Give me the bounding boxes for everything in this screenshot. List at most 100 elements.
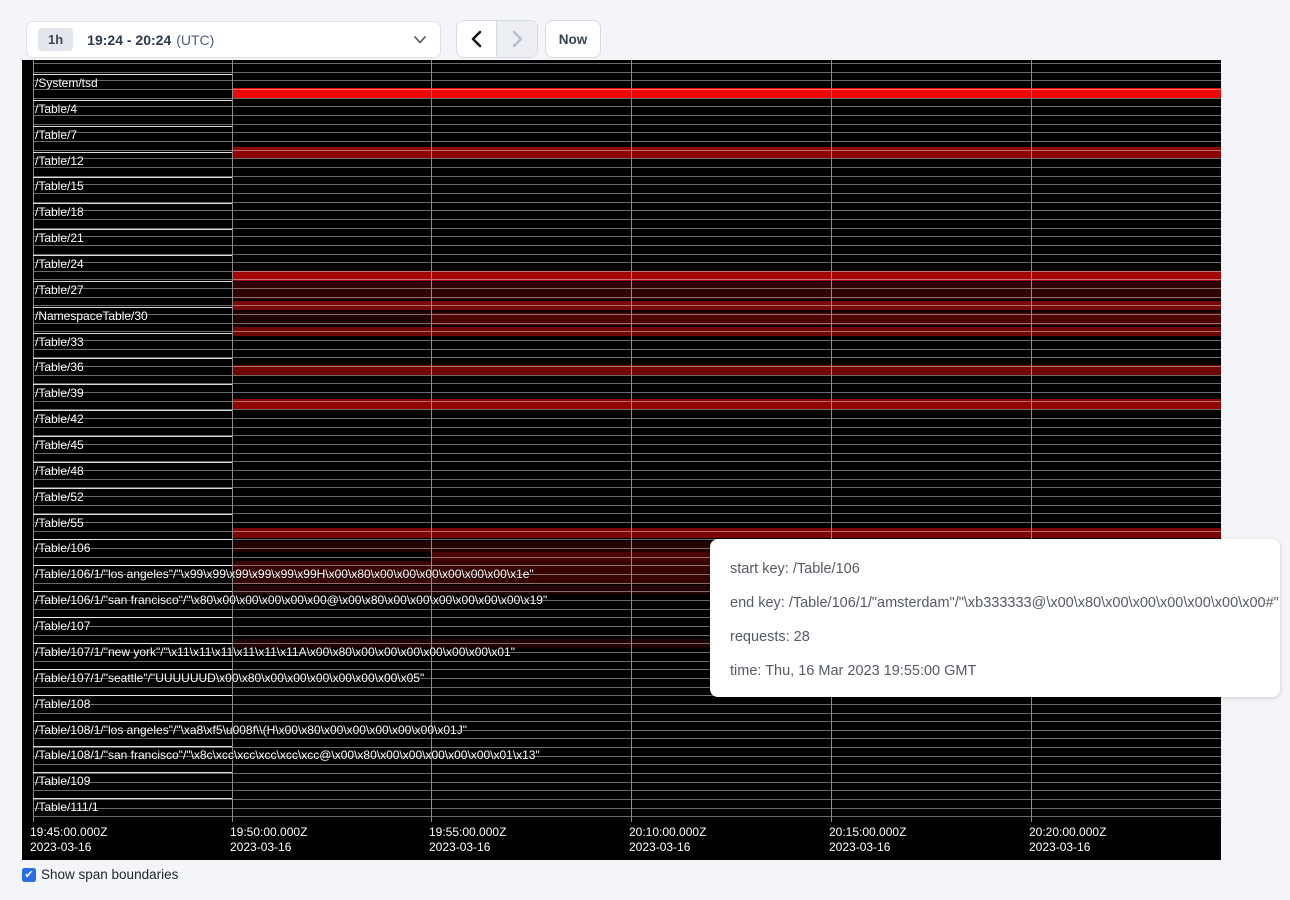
row-label: /Table/15 [35,180,84,193]
row-label: /Table/107/1/"new york"/"\x11\x11\x11\x1… [35,646,515,659]
span-boundary-line [33,158,1221,159]
span-boundary-line [33,89,1221,90]
time-range-text: 19:24 - 20:24 [87,32,171,48]
span-boundary-line [33,470,1221,471]
now-button[interactable]: Now [545,20,601,58]
span-boundary-line [33,401,1221,402]
row-label-separator [33,410,232,411]
row-label-separator [33,462,232,463]
span-boundary-line [33,366,1221,367]
span-boundary-line [33,392,1221,393]
time-gridline [232,60,233,822]
row-label-separator [33,384,232,385]
heatmap-canvas[interactable]: /System/tsd/Table/4/Table/7/Table/12/Tab… [22,60,1221,860]
row-label: /Table/45 [35,439,84,452]
row-label: /Table/106/1/"san francisco"/"\x80\x00\x… [35,594,547,607]
x-axis-time-label: 19:55:00.000Z [429,825,506,839]
span-boundary-line [33,782,1221,783]
span-boundary-line [33,124,1221,125]
row-label-separator [33,488,232,489]
row-label: /Table/24 [35,258,84,271]
span-boundary-line [33,279,1221,280]
time-range-selector[interactable]: 1h 19:24 - 20:24 (UTC) [26,21,441,58]
row-label-separator [33,333,232,334]
span-boundary-line [33,713,1221,714]
chevron-down-icon [414,36,426,44]
span-boundary-line [33,496,1221,497]
x-axis-time-label: 19:45:00.000Z [30,825,107,839]
x-axis-time-label: 20:10:00.000Z [629,825,706,839]
row-label: /Table/33 [35,336,84,349]
row-label-separator [33,721,232,722]
span-boundary-line [33,150,1221,151]
x-axis-time-label: 20:15:00.000Z [829,825,906,839]
span-boundary-line [33,80,1221,81]
time-gridline [831,60,832,822]
row-label-separator [33,669,232,670]
row-label: /Table/52 [35,491,84,504]
x-axis-date-label: 2023-03-16 [1029,840,1090,854]
span-boundary-line [33,738,1221,739]
time-range-timezone: (UTC) [176,32,214,48]
row-label-separator [33,281,232,282]
row-label-separator [33,695,232,696]
row-label: /Table/27 [35,284,84,297]
span-boundary-line [33,323,1221,324]
span-boundary-line [33,184,1221,185]
time-nav-group [456,20,538,58]
span-boundary-line [33,141,1221,142]
tooltip-end-key: end key: /Table/106/1/"amsterdam"/"\xb33… [730,586,1260,620]
span-boundary-line [33,427,1221,428]
x-axis-date-label: 2023-03-16 [829,840,890,854]
span-boundary-line [33,790,1221,791]
row-label: /Table/39 [35,387,84,400]
span-boundary-line [33,349,1221,350]
row-label-separator [33,591,232,592]
row-label: /Table/21 [35,232,84,245]
x-axis-date-label: 2023-03-16 [230,840,291,854]
span-boundary-line [33,418,1221,419]
span-boundary-line [33,297,1221,298]
footer: ✔ Show span boundaries [22,867,178,882]
row-label-separator [33,307,232,308]
row-label-separator [33,643,232,644]
span-boundary-line [33,808,1221,809]
row-label: /Table/106 [35,542,90,555]
row-label-separator [33,358,232,359]
row-label-separator [33,772,232,773]
span-boundary-line [33,531,1221,532]
row-label-separator [33,229,232,230]
row-label: /Table/107 [35,620,90,633]
row-label-separator [33,746,232,747]
span-boundary-line [33,210,1221,211]
row-label: /Table/108/1/"los angeles"/"\xa8\xf5\u00… [35,724,467,737]
tooltip-time: time: Thu, 16 Mar 2023 19:55:00 GMT [730,654,1260,688]
x-axis-date-label: 2023-03-16 [30,840,91,854]
row-label: /System/tsd [35,77,98,90]
row-label: /Table/36 [35,361,84,374]
prev-time-button[interactable] [457,21,497,57]
row-label: /Table/7 [35,129,77,142]
chevron-left-icon [471,30,482,48]
span-boundary-line [33,63,1221,64]
time-gridline [1031,60,1032,822]
next-time-button[interactable] [497,21,537,57]
span-boundary-line [33,262,1221,263]
chevron-right-icon [512,30,523,48]
span-boundary-line [33,219,1221,220]
row-label-separator [33,255,232,256]
span-boundary-line [33,288,1221,289]
span-boundary-line [33,479,1221,480]
span-boundary-line [33,331,1221,332]
x-axis-date-label: 2023-03-16 [629,840,690,854]
row-label-separator [33,514,232,515]
time-range-duration-badge: 1h [38,28,73,51]
span-boundary-line [33,98,1221,99]
x-axis-date-label: 2023-03-16 [429,840,490,854]
row-label: /Table/12 [35,155,84,168]
heat-band [233,147,1221,158]
row-label-separator [33,100,232,101]
show-span-boundaries-checkbox[interactable]: ✔ [22,868,36,882]
time-gridline [431,60,432,822]
time-gridline [33,60,34,822]
